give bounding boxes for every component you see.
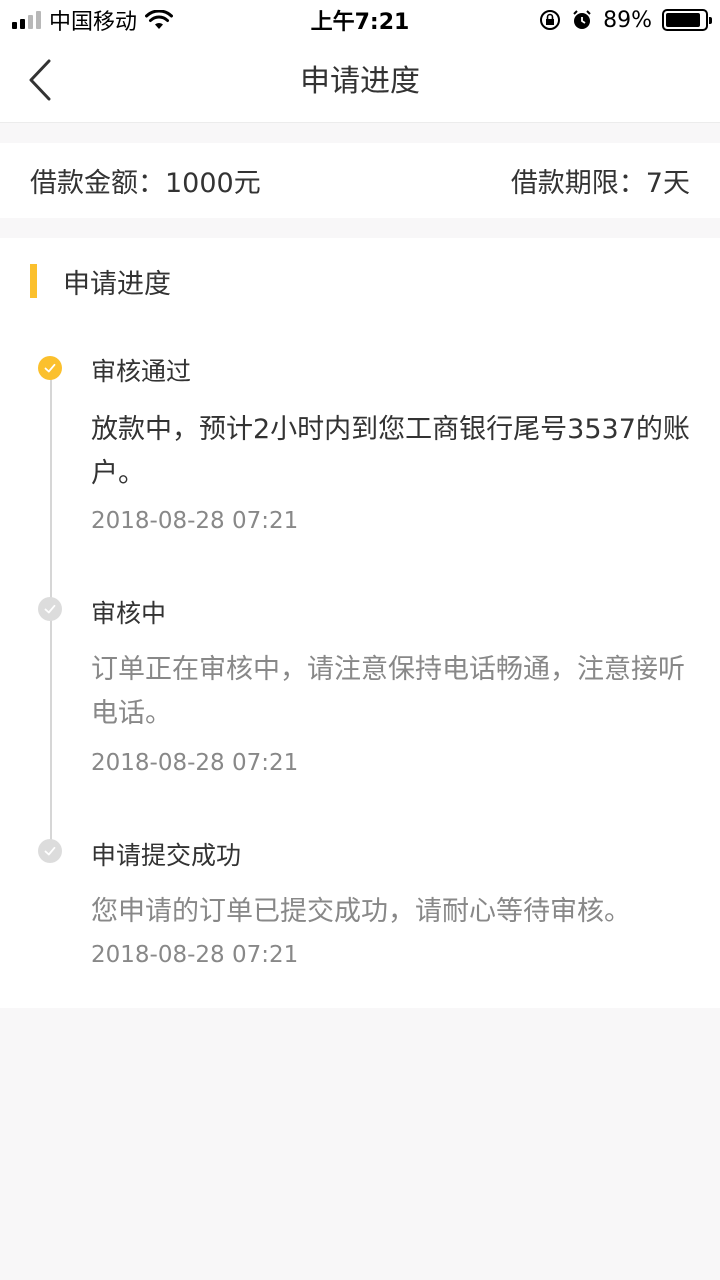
section-title: 申请进度	[63, 268, 171, 300]
loan-term: 借款期限：7天	[510, 168, 690, 199]
step-timestamp: 2018-08-28 07:21	[91, 750, 299, 776]
step-title: 审核通过	[91, 357, 192, 386]
chevron-left-icon	[29, 59, 51, 101]
section-accent-bar	[30, 264, 37, 298]
status-bar-right: 89%	[539, 7, 712, 33]
wifi-icon	[145, 10, 174, 29]
status-bar-left: 中国移动	[12, 4, 174, 36]
battery-level	[666, 13, 700, 27]
signal-icon	[12, 11, 41, 29]
battery-icon	[662, 9, 712, 31]
loan-amount: 借款金额：1000元	[30, 168, 261, 199]
step-description: 您申请的订单已提交成功，请耐心等待审核。	[91, 896, 631, 927]
orientation-lock-icon	[540, 10, 561, 30]
step-timestamp: 2018-08-28 07:21	[91, 942, 299, 968]
alarm-icon	[573, 10, 591, 29]
battery-percent: 89%	[603, 7, 652, 33]
step-timestamp: 2018-08-28 07:21	[91, 508, 299, 534]
page-title: 申请进度	[300, 64, 420, 99]
step-title: 审核中	[91, 599, 167, 628]
status-bar: 中国移动 上午7:21 89%	[0, 0, 720, 40]
carrier-name: 中国移动	[49, 10, 138, 35]
loan-info: 借款金额：1000元 借款期限：7天	[0, 143, 720, 218]
back-button[interactable]	[20, 56, 60, 104]
progress-card: 申请进度 审核通过 放款中，预计2小时内到您工商银行尾号3537的账户。 201…	[0, 238, 720, 1008]
nav-bar: 申请进度	[0, 40, 720, 123]
section-header: 申请进度	[30, 264, 171, 300]
step-title: 申请提交成功	[91, 841, 242, 870]
check-icon	[38, 356, 62, 380]
step-description: 放款中，预计2小时内到您工商银行尾号3537的账户。	[91, 414, 690, 489]
check-icon	[38, 839, 62, 863]
step-description: 订单正在审核中，请注意保持电话畅通，注意接听电话。	[91, 654, 685, 729]
check-icon	[38, 597, 62, 621]
